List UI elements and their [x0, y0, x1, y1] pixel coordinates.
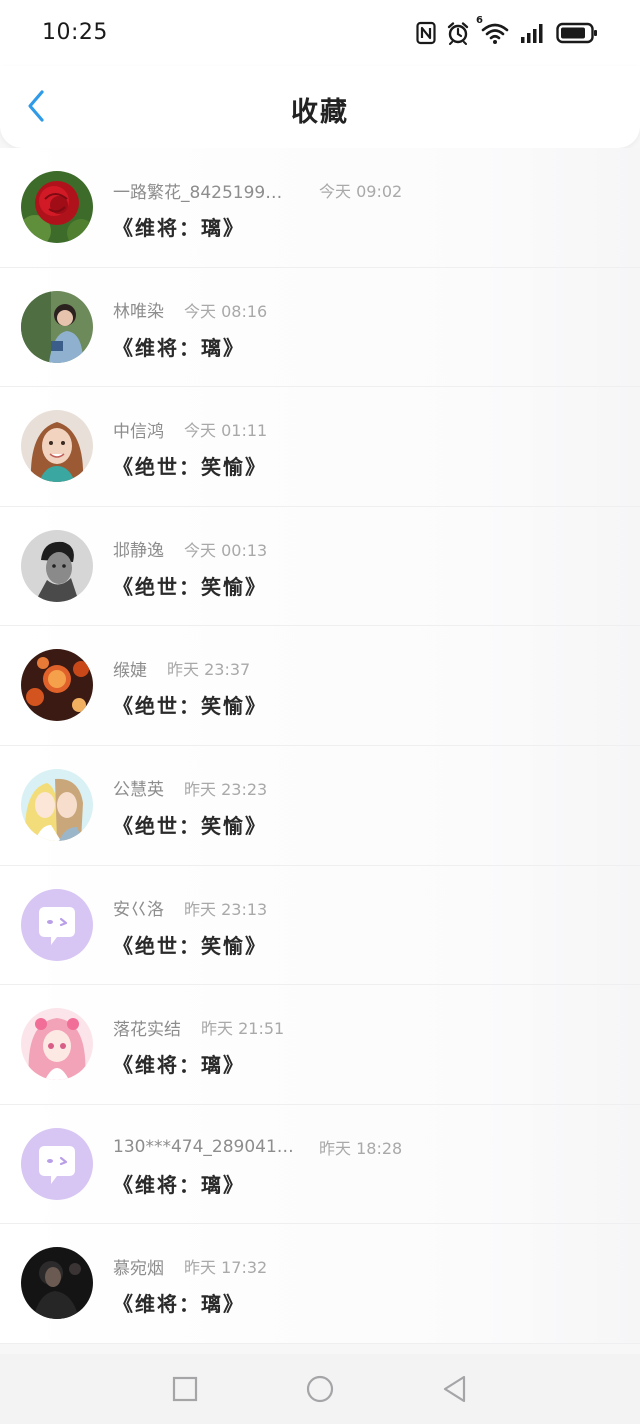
lanterns-avatar-icon	[21, 649, 93, 722]
user-name: 缑婕	[113, 660, 147, 681]
home-button[interactable]	[305, 1374, 335, 1404]
meta-row: 缑婕 昨天 23:37	[113, 656, 251, 681]
list-item[interactable]: 中信鸿 今天 01:11 《绝世：笑愉》	[0, 387, 640, 507]
wifi-badge: 6	[476, 15, 483, 26]
user-name: 一路繁花_8425199…	[113, 182, 283, 203]
status-icons: 6	[416, 15, 598, 46]
book-title: 《维将：璃》	[113, 1292, 245, 1317]
meta-row: 邶静逸 今天 00:13	[113, 537, 268, 562]
meta-row: 130***474_289041… 昨天 18:28	[113, 1135, 402, 1159]
book-title: 《绝世：笑愉》	[113, 694, 267, 719]
book-title: 《维将：璃》	[113, 216, 245, 240]
timestamp: 昨天 21:51	[201, 1019, 285, 1039]
signal-icon	[520, 22, 546, 44]
user-name: 130***474_289041…	[113, 1136, 294, 1157]
avatar[interactable]	[21, 1247, 93, 1320]
book-title: 《绝世：笑愉》	[113, 933, 267, 958]
list-item[interactable]: 落花实结 昨天 21:51 《维将：璃》	[0, 985, 640, 1105]
photo-avatar-icon	[21, 410, 93, 483]
avatar[interactable]	[21, 290, 93, 363]
page-title: 收藏	[291, 97, 349, 128]
user-name: 林唯染	[113, 302, 164, 323]
avatar[interactable]	[21, 768, 93, 841]
system-back-button[interactable]	[440, 1374, 470, 1404]
meta-row: 落花实结 昨天 21:51	[113, 1015, 285, 1040]
header: 收藏	[0, 66, 640, 148]
chat-bubble-avatar-icon	[21, 888, 93, 961]
timestamp: 昨天 23:37	[167, 660, 251, 680]
avatar[interactable]	[21, 1008, 93, 1081]
list-item[interactable]: 缑婕 昨天 23:37 《绝世：笑愉》	[0, 626, 640, 746]
meta-row: 林唯染 今天 08:16	[113, 298, 268, 323]
photo-avatar-icon	[21, 290, 93, 363]
anime-avatar-icon	[21, 1008, 93, 1081]
back-triangle-icon	[440, 1375, 470, 1408]
nfc-icon	[416, 21, 436, 45]
wifi-icon: 6	[476, 15, 510, 45]
anime-avatar-icon	[21, 768, 93, 841]
avatar[interactable]	[21, 888, 93, 961]
meta-row: 公慧英 昨天 23:23	[113, 776, 268, 801]
status-bar: 10:25 6	[0, 0, 640, 66]
recent-apps-button[interactable]	[170, 1374, 200, 1404]
system-nav-bar	[0, 1354, 640, 1424]
list-item[interactable]: 邶静逸 今天 00:13 《绝世：笑愉》	[0, 506, 640, 627]
user-name: 安巜洛	[113, 900, 164, 921]
list-item[interactable]: 一路繁花_8425199… 今天 09:02 《维将：璃》	[0, 148, 640, 268]
book-title: 《维将：璃》	[113, 1172, 245, 1197]
book-title: 《绝世：笑愉》	[113, 813, 267, 838]
timestamp: 昨天 17:32	[184, 1258, 268, 1278]
battery-icon	[556, 21, 598, 45]
alarm-icon	[446, 21, 470, 45]
timestamp: 今天 01:11	[184, 421, 268, 441]
chat-bubble-avatar-icon	[21, 1127, 93, 1200]
list-item[interactable]: 公慧英 昨天 23:23 《绝世：笑愉》	[0, 745, 640, 866]
book-title: 《维将：璃》	[113, 1053, 245, 1078]
avatar[interactable]	[21, 1127, 93, 1200]
list-item[interactable]: 慕宛烟 昨天 17:32 《维将：璃》	[0, 1224, 640, 1344]
book-title: 《绝世：笑愉》	[113, 455, 267, 480]
timestamp: 今天 09:02	[319, 182, 403, 201]
book-title: 《绝世：笑愉》	[113, 574, 267, 599]
avatar[interactable]	[21, 171, 93, 243]
meta-row: 一路繁花_8425199… 今天 09:02	[113, 178, 403, 203]
avatar[interactable]	[21, 649, 93, 722]
user-name: 慕宛烟	[113, 1258, 164, 1279]
photo-avatar-icon	[21, 529, 93, 602]
user-name: 邶静逸	[113, 541, 164, 562]
user-name: 公慧英	[113, 780, 164, 801]
timestamp: 今天 00:13	[184, 540, 268, 560]
photo-avatar-icon	[21, 1247, 93, 1320]
list-item[interactable]: 130***474_289041… 昨天 18:28 《维将：璃》	[0, 1104, 640, 1225]
list-item[interactable]: 安巜洛 昨天 23:13 《绝世：笑愉》	[0, 865, 640, 986]
status-time: 10:25	[42, 20, 108, 45]
book-title: 《维将：璃》	[113, 335, 245, 360]
favorites-list: 一路繁花_8425199… 今天 09:02 《维将：璃》 林唯染 今天 08:…	[0, 148, 640, 1344]
list-item[interactable]: 林唯染 今天 08:16 《维将：璃》	[0, 267, 640, 388]
user-name: 落花实结	[113, 1019, 181, 1040]
meta-row: 中信鸿 今天 01:11	[113, 417, 268, 442]
meta-row: 慕宛烟 昨天 17:32	[113, 1254, 268, 1279]
timestamp: 今天 08:16	[184, 301, 268, 321]
timestamp: 昨天 23:23	[184, 779, 268, 799]
avatar[interactable]	[21, 410, 93, 483]
timestamp: 昨天 23:13	[184, 899, 268, 919]
meta-row: 安巜洛 昨天 23:13	[113, 896, 268, 921]
rose-avatar-icon	[21, 171, 93, 243]
recent-apps-icon	[170, 1376, 200, 1408]
user-name: 中信鸿	[113, 421, 164, 442]
home-icon	[305, 1375, 335, 1408]
timestamp: 昨天 18:28	[319, 1138, 403, 1158]
avatar[interactable]	[21, 529, 93, 602]
